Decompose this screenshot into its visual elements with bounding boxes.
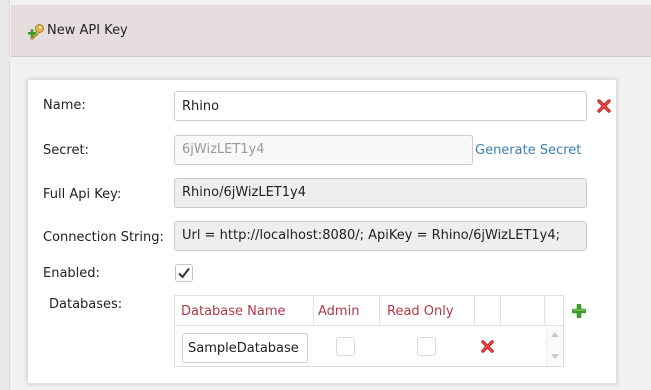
key-add-icon [28, 23, 46, 41]
name-input[interactable] [174, 91, 587, 121]
read-only-checkbox[interactable] [417, 337, 436, 356]
column-header-database-name: Database Name [181, 304, 286, 319]
name-label: Name: [43, 98, 86, 113]
remove-key-button[interactable] [596, 98, 612, 118]
column-header-admin: Admin [318, 304, 360, 319]
api-key-form: Name: Secret: 6jWizLET1y4 Generate Secre… [27, 79, 617, 384]
column-header-read-only: Read Only [387, 304, 454, 319]
enabled-label: Enabled: [43, 266, 100, 281]
full-api-key-label: Full Api Key: [43, 187, 122, 202]
scroll-up-icon[interactable] [551, 332, 559, 337]
connection-string-label: Connection String: [43, 230, 164, 245]
scroll-down-icon[interactable] [551, 354, 559, 359]
page-left-edge [0, 0, 10, 390]
secret-field: 6jWizLET1y4 [174, 135, 473, 165]
full-api-key-field: Rhino/6jWizLET1y4 [174, 178, 587, 208]
page-title: New API Key [47, 23, 128, 38]
grid-scrollbar[interactable] [546, 326, 563, 366]
enabled-checkbox[interactable] [175, 264, 193, 282]
add-database-button[interactable] [572, 304, 586, 322]
close-icon [481, 340, 494, 353]
generate-secret-link[interactable]: Generate Secret [475, 143, 581, 158]
secret-label: Secret: [43, 143, 89, 158]
databases-grid-header: Database Name Admin Read Only [175, 296, 563, 326]
admin-checkbox[interactable] [336, 337, 355, 356]
database-name-input[interactable] [182, 333, 308, 363]
close-icon [597, 99, 611, 113]
checkmark-icon [178, 267, 190, 279]
connection-string-field: Url = http://localhost:8080/; ApiKey = R… [174, 221, 587, 251]
remove-database-button[interactable] [480, 339, 495, 358]
databases-label: Databases: [49, 297, 123, 312]
databases-grid: Database Name Admin Read Only [174, 295, 564, 367]
page-header: New API Key [11, 5, 651, 57]
table-row [175, 326, 545, 366]
plus-icon [572, 304, 586, 318]
